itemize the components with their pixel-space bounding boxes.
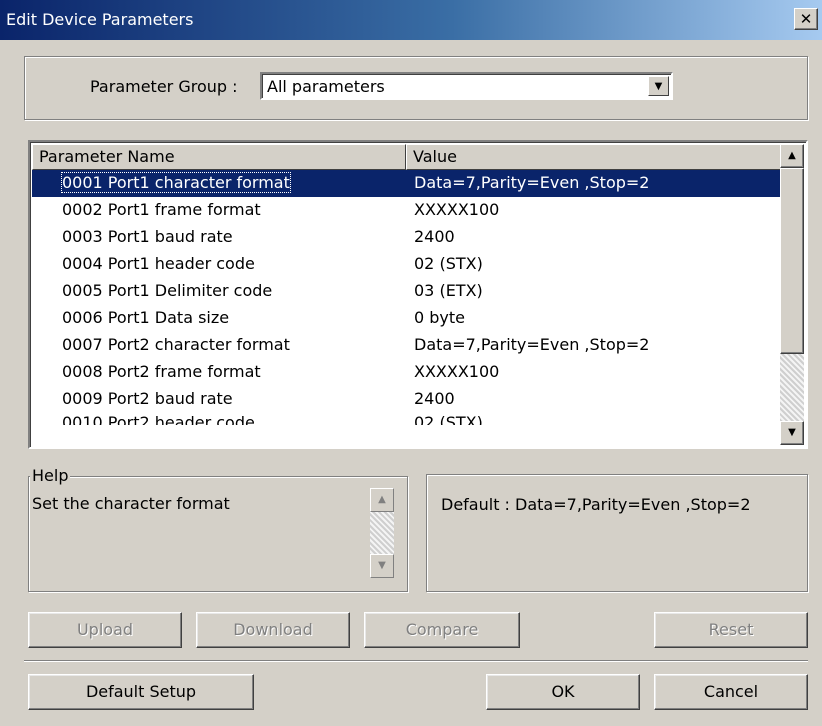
row-parameter-name: 0004 Port1 header code [62, 254, 255, 273]
row-value: 0 byte [414, 308, 466, 327]
table-row[interactable]: 0008 Port2 frame format XXXXX100 [32, 359, 782, 386]
row-parameter-name: 0008 Port2 frame format [62, 362, 261, 381]
scroll-up-icon[interactable]: ▲ [780, 144, 804, 168]
window-title: Edit Device Parameters [6, 10, 194, 29]
row-parameter-name: 0010 Port2 header code [62, 413, 255, 425]
row-value: Data=7,Parity=Even ,Stop=2 [414, 335, 650, 354]
row-parameter-name: 0006 Port1 Data size [62, 308, 230, 327]
table-scrollbar[interactable]: ▲ ▼ [780, 144, 804, 445]
cancel-button[interactable]: Cancel [654, 674, 808, 710]
compare-button[interactable]: Compare [364, 612, 520, 648]
table-body: 0001 Port1 character format Data=7,Parit… [32, 170, 782, 425]
parameter-group-select[interactable]: All parameters ▼ [260, 72, 673, 100]
table-row[interactable]: 0010 Port2 header code 02 (STX) [32, 413, 782, 425]
table-row[interactable]: 0007 Port2 character format Data=7,Parit… [32, 332, 782, 359]
row-value: Data=7,Parity=Even ,Stop=2 [414, 173, 650, 192]
row-value: XXXXX100 [414, 200, 500, 219]
ok-button[interactable]: OK [486, 674, 640, 710]
table-row[interactable]: 0006 Port1 Data size 0 byte [32, 305, 782, 332]
help-legend: Help [30, 466, 71, 485]
separator [24, 660, 808, 662]
table-row[interactable]: 0004 Port1 header code 02 (STX) [32, 251, 782, 278]
default-setup-button[interactable]: Default Setup [28, 674, 254, 710]
parameter-table: Parameter Name Value 0001 Port1 characte… [28, 140, 808, 449]
row-parameter-name: 0007 Port2 character format [62, 335, 290, 354]
table-header: Parameter Name Value [32, 144, 782, 170]
row-value: 03 (ETX) [414, 281, 483, 300]
help-scroll-down-icon: ▼ [370, 554, 394, 578]
help-scrollbar: ▲ ▼ [370, 488, 394, 578]
close-button[interactable]: ✕ [794, 8, 818, 30]
table-row[interactable]: 0009 Port2 baud rate 2400 [32, 386, 782, 413]
edit-device-parameters-dialog: Edit Device Parameters ✕ Parameter Group… [0, 0, 822, 726]
default-value-box: Default : Data=7,Parity=Even ,Stop=2 [426, 474, 808, 592]
parameter-group-label: Parameter Group : [90, 77, 238, 96]
upload-button[interactable]: Upload [28, 612, 182, 648]
title-bar[interactable]: Edit Device Parameters ✕ [0, 0, 822, 40]
row-parameter-name: 0005 Port1 Delimiter code [62, 281, 273, 300]
reset-button[interactable]: Reset [654, 612, 808, 648]
row-parameter-name: 0002 Port1 frame format [62, 200, 261, 219]
row-parameter-name: 0001 Port1 character format [61, 172, 291, 193]
download-button[interactable]: Download [196, 612, 350, 648]
help-text: Set the character format [32, 494, 230, 513]
column-header-value[interactable]: Value [406, 144, 782, 170]
table-row[interactable]: 0005 Port1 Delimiter code 03 (ETX) [32, 278, 782, 305]
row-value: 2400 [414, 227, 455, 246]
parameter-group-value: All parameters [267, 77, 385, 96]
scroll-track[interactable] [780, 354, 804, 421]
row-parameter-name: 0003 Port1 baud rate [62, 227, 233, 246]
column-header-parameter-name[interactable]: Parameter Name [32, 144, 406, 170]
row-parameter-name: 0009 Port2 baud rate [62, 389, 233, 408]
row-value: 2400 [414, 389, 455, 408]
help-scroll-up-icon: ▲ [370, 488, 394, 512]
table-row[interactable]: 0001 Port1 character format Data=7,Parit… [32, 170, 782, 197]
default-value-text: Default : Data=7,Parity=Even ,Stop=2 [441, 495, 751, 514]
chevron-down-icon[interactable]: ▼ [648, 76, 669, 96]
table-row[interactable]: 0002 Port1 frame format XXXXX100 [32, 197, 782, 224]
row-value: XXXXX100 [414, 362, 500, 381]
scroll-thumb[interactable] [780, 168, 804, 354]
row-value: 02 (STX) [414, 254, 483, 273]
table-row[interactable]: 0003 Port1 baud rate 2400 [32, 224, 782, 251]
scroll-down-icon[interactable]: ▼ [780, 421, 804, 445]
row-value: 02 (STX) [414, 413, 483, 425]
